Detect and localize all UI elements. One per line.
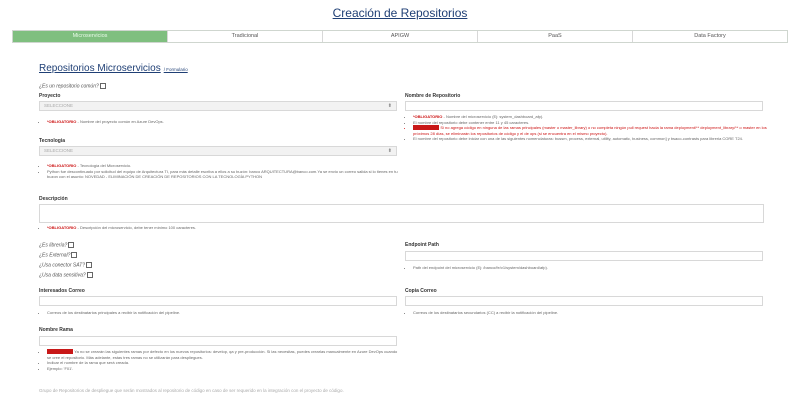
- tecnologia-label: Tecnologia: [39, 138, 66, 144]
- tab-apigw[interactable]: APIGW: [323, 31, 478, 42]
- es-comun-row: ¿Es un repositorio común?: [39, 83, 106, 89]
- interesados-help: Correos de los destinatarios principales…: [39, 310, 402, 316]
- select-caret-icon: ⬍: [387, 148, 392, 154]
- select-caret-icon: ⬍: [387, 103, 392, 109]
- tab-data-factory[interactable]: Data Factory: [633, 31, 787, 42]
- libreria-checkbox[interactable]: [68, 242, 75, 248]
- check-external: ¿Es External?: [39, 252, 78, 258]
- interesados-label: Interesados Correo: [39, 288, 85, 294]
- rama-label: Nombre Rama: [39, 327, 73, 333]
- nombre-repo-input[interactable]: [405, 101, 763, 111]
- check-sat: ¿Usa conector SAT?: [39, 262, 93, 268]
- tecnologia-help: *OBLIGATORIO - Tecnología del Microservi…: [39, 163, 402, 180]
- check-sensitiva: ¿Usa data sensitiva?: [39, 272, 93, 278]
- tab-microservicios[interactable]: Microservicios: [13, 31, 168, 42]
- proyecto-select[interactable]: SELECCIONE ⬍: [39, 101, 397, 111]
- tab-tradicional[interactable]: Tradicional: [168, 31, 323, 42]
- external-checkbox[interactable]: [71, 252, 78, 258]
- nombre-repo-help: *OBLIGATORIO - Nombre del microservicio …: [405, 114, 768, 142]
- proyecto-help: *OBLIGATORIO - Nombre del proyecto común…: [39, 119, 402, 125]
- page-title: Creación de Repositorios: [332, 6, 468, 20]
- interesados-input[interactable]: [39, 296, 397, 306]
- endpoint-help: Path del endpoint del microservicio (Ej:…: [405, 265, 768, 271]
- rama-help: Importante: Ya no se crearán las siguien…: [39, 349, 402, 371]
- descripcion-help: *OBLIGATORIO - Descripción del microserv…: [39, 225, 747, 231]
- endpoint-input[interactable]: [405, 251, 763, 261]
- nombre-repo-label: Nombre de Repositorio: [405, 93, 461, 99]
- check-libreria: ¿Es librería?: [39, 242, 75, 248]
- descripcion-textarea[interactable]: [39, 204, 764, 223]
- copia-input[interactable]: [405, 296, 763, 306]
- descripcion-label: Descripción: [39, 196, 68, 202]
- section-subtitle: / Formulario: [163, 67, 188, 72]
- tecnologia-select[interactable]: SELECCIONE ⬍: [39, 146, 397, 156]
- sensitiva-checkbox[interactable]: [86, 272, 93, 278]
- endpoint-label: Endpoint Path: [405, 242, 439, 248]
- rama-input[interactable]: [39, 336, 397, 346]
- sat-checkbox[interactable]: [86, 262, 93, 268]
- footer-note: Grupo de Repositorios de despliegue que …: [39, 388, 344, 393]
- section-title: Repositorios Microservicios / Formulario: [39, 63, 188, 74]
- tab-paas[interactable]: PaaS: [478, 31, 633, 42]
- copia-help: Correos de los destinatarios secundarios…: [405, 310, 768, 316]
- es-comun-checkbox[interactable]: [99, 83, 106, 89]
- proyecto-label: Proyecto: [39, 93, 61, 99]
- repo-type-tabs: Microservicios Tradicional APIGW PaaS Da…: [12, 30, 788, 43]
- copia-label: Copia Correo: [405, 288, 437, 294]
